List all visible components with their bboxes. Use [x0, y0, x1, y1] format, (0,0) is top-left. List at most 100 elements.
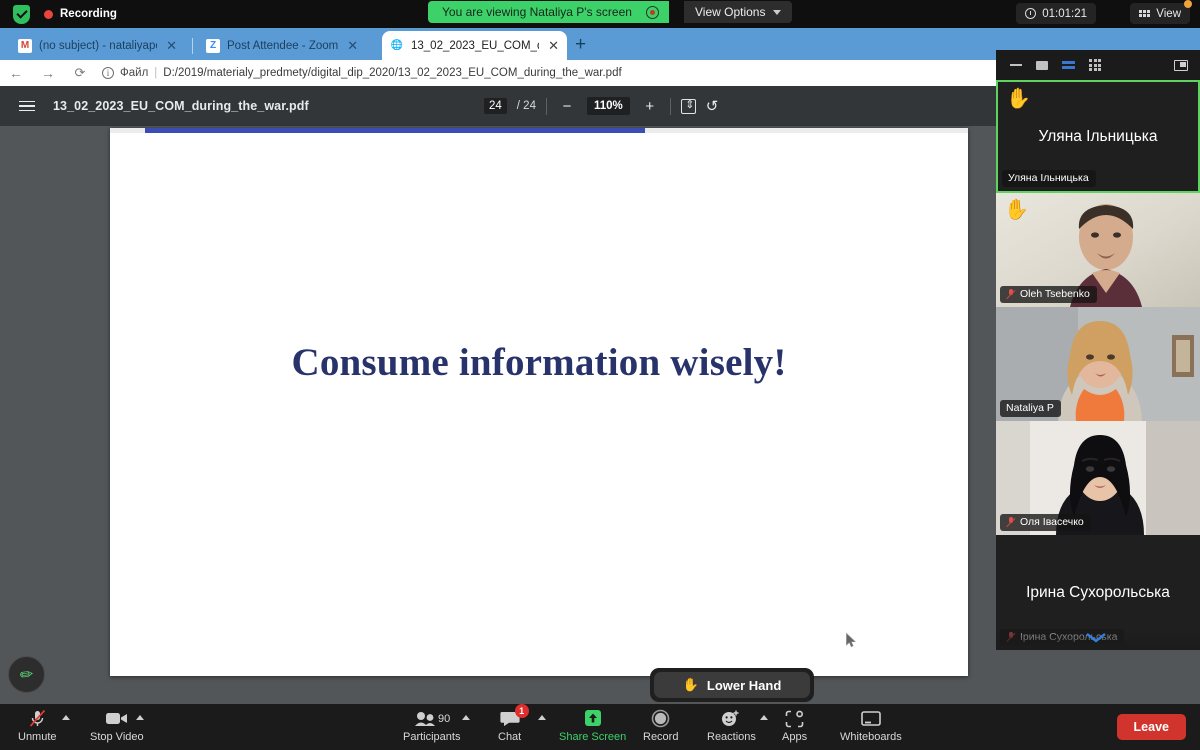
- pdf-filename: 13_02_2023_EU_COM_during_the_war.pdf: [53, 99, 309, 113]
- close-icon[interactable]: ✕: [166, 39, 177, 52]
- reactions-button[interactable]: Reactions: [707, 709, 756, 743]
- info-icon: i: [102, 67, 114, 79]
- recording-label: Recording: [60, 8, 117, 20]
- forward-button[interactable]: →: [32, 65, 64, 81]
- close-icon[interactable]: ✕: [347, 39, 358, 52]
- tile-name-badge: Уляна Ільницька: [1002, 170, 1096, 187]
- whiteboards-label: Whiteboards: [840, 731, 902, 743]
- grid-icon: [1139, 10, 1151, 17]
- divider: [669, 97, 671, 115]
- leave-button[interactable]: Leave: [1116, 714, 1186, 740]
- popout-icon[interactable]: [1174, 59, 1188, 71]
- chat-unread-badge: 1: [514, 704, 529, 718]
- window-icon[interactable]: [1036, 60, 1048, 70]
- tile-center-name: Ірина Сухорольська: [1026, 583, 1170, 601]
- apps-icon: [785, 709, 804, 728]
- tab-title: 13_02_2023_EU_COM_during_the: [411, 39, 539, 52]
- record-button[interactable]: Record: [643, 709, 678, 743]
- mic-muted-icon: [1006, 289, 1015, 300]
- participants-chevron-icon[interactable]: [462, 715, 470, 720]
- chevron-down-icon[interactable]: [1084, 631, 1108, 644]
- minimize-icon[interactable]: [1010, 64, 1022, 66]
- share-screen-label: Share Screen: [559, 731, 627, 743]
- gmail-icon: M: [18, 38, 32, 53]
- view-options-button[interactable]: View Options: [684, 1, 793, 23]
- video-panel-controls: [996, 50, 1200, 80]
- browser-tab-gmail[interactable]: M (no subject) - nataliyapo@gmail ✕: [10, 31, 185, 60]
- zoom-bottom-toolbar: Unmute Stop Video 90 Participants 1 Chat…: [0, 704, 1200, 750]
- video-tile-olya[interactable]: Оля Івасечко: [996, 421, 1200, 535]
- mic-muted-icon: [28, 709, 47, 728]
- new-tab-button[interactable]: +: [575, 35, 586, 54]
- split-view-icon[interactable]: [1062, 59, 1075, 71]
- apps-button[interactable]: Apps: [782, 709, 807, 743]
- pdf-scrollbar-track[interactable]: [110, 128, 968, 133]
- chat-button[interactable]: 1 Chat: [498, 704, 529, 743]
- lower-hand-button[interactable]: ✋ Lower Hand: [654, 672, 810, 698]
- participant-name: Оля Івасечко: [1020, 516, 1084, 528]
- whiteboards-button[interactable]: Whiteboards: [840, 709, 902, 743]
- reload-button[interactable]: ⟳: [64, 65, 96, 81]
- pdf-controls: 24 / 24 − 110% + ↺: [484, 86, 718, 126]
- timer-value: 01:01:21: [1042, 7, 1087, 20]
- audio-options-chevron-icon[interactable]: [62, 715, 70, 720]
- video-tile-nataliya[interactable]: Nataliya P: [996, 307, 1200, 421]
- zoom-status-bar: Recording You are viewing Nataliya P's s…: [0, 0, 1200, 28]
- tile-name-badge: Оля Івасечко: [1000, 514, 1091, 531]
- hamburger-menu-icon[interactable]: [19, 98, 35, 115]
- unmute-button[interactable]: Unmute: [18, 709, 57, 743]
- view-badge-dot: [1184, 0, 1192, 8]
- record-label: Record: [643, 731, 679, 743]
- video-camera-icon: [105, 709, 129, 728]
- gallery-grid-icon[interactable]: [1089, 58, 1102, 72]
- participants-button[interactable]: 90 Participants: [403, 709, 460, 743]
- zoom-icon: Z: [206, 38, 220, 53]
- apps-label: Apps: [782, 731, 808, 743]
- raised-hand-icon: ✋: [1004, 199, 1029, 221]
- page-total-label: / 24: [516, 100, 536, 112]
- chat-label: Chat: [498, 731, 522, 743]
- pen-annotate-icon: ✏: [18, 665, 35, 685]
- browser-tab-zoom[interactable]: Z Post Attendee - Zoom ✕: [198, 31, 378, 60]
- page-number-input[interactable]: 24: [484, 98, 507, 114]
- reactions-icon: [720, 709, 742, 728]
- participant-name: Nataliya P: [1006, 402, 1054, 414]
- screen-record-indicator-icon: [645, 5, 659, 19]
- video-tile-oleh[interactable]: ✋ Oleh Tsebenko: [996, 193, 1200, 307]
- chat-chevron-icon[interactable]: [538, 715, 546, 720]
- lower-hand-container: ✋ Lower Hand: [650, 668, 814, 702]
- clock-icon: [1025, 8, 1037, 19]
- record-icon: [651, 709, 670, 728]
- annotate-pen-button[interactable]: ✏: [8, 656, 45, 693]
- share-screen-button[interactable]: Share Screen: [559, 709, 626, 743]
- pdf-scrollbar-thumb[interactable]: [145, 128, 645, 133]
- tile-name-badge: Nataliya P: [1000, 400, 1061, 417]
- viewing-screen-text: You are viewing Nataliya P's screen: [442, 5, 632, 19]
- tab-divider: [192, 38, 193, 54]
- viewing-screen-banner: You are viewing Nataliya P's screen: [428, 1, 669, 23]
- view-layout-button[interactable]: View: [1130, 0, 1192, 24]
- tab-title: Post Attendee - Zoom: [227, 39, 339, 52]
- divider: [545, 97, 547, 115]
- participant-name: Oleh Tsebenko: [1020, 288, 1090, 300]
- slide-title: Consume information wisely!: [291, 341, 787, 384]
- rotate-icon[interactable]: ↺: [706, 97, 719, 115]
- zoom-in-button[interactable]: +: [640, 98, 660, 115]
- reactions-label: Reactions: [707, 731, 756, 743]
- fit-page-icon[interactable]: [680, 98, 696, 114]
- video-options-chevron-icon[interactable]: [136, 715, 144, 720]
- video-tile-ulyana[interactable]: ✋ Уляна Ільницька Уляна Ільницька: [996, 80, 1200, 193]
- browser-tab-pdf[interactable]: 🌐 13_02_2023_EU_COM_during_the ✕: [382, 31, 567, 60]
- close-icon[interactable]: ✕: [548, 39, 559, 52]
- lower-hand-label: Lower Hand: [706, 677, 782, 693]
- url-field[interactable]: i Файл | D:/2019/materialy_predmety/digi…: [102, 67, 622, 79]
- participant-name: Уляна Ільницька: [1008, 172, 1089, 184]
- reactions-chevron-icon[interactable]: [760, 715, 768, 720]
- recording-indicator: Recording: [44, 8, 117, 20]
- zoom-out-button[interactable]: −: [557, 98, 577, 115]
- tab-title: (no subject) - nataliyapo@gmail: [39, 39, 157, 52]
- back-button[interactable]: ←: [0, 65, 32, 81]
- stop-video-label: Stop Video: [90, 731, 144, 743]
- video-panel: ✋ Уляна Ільницька Уляна Ільницька ✋ Oleh…: [996, 50, 1200, 650]
- shield-check-icon: [13, 4, 30, 24]
